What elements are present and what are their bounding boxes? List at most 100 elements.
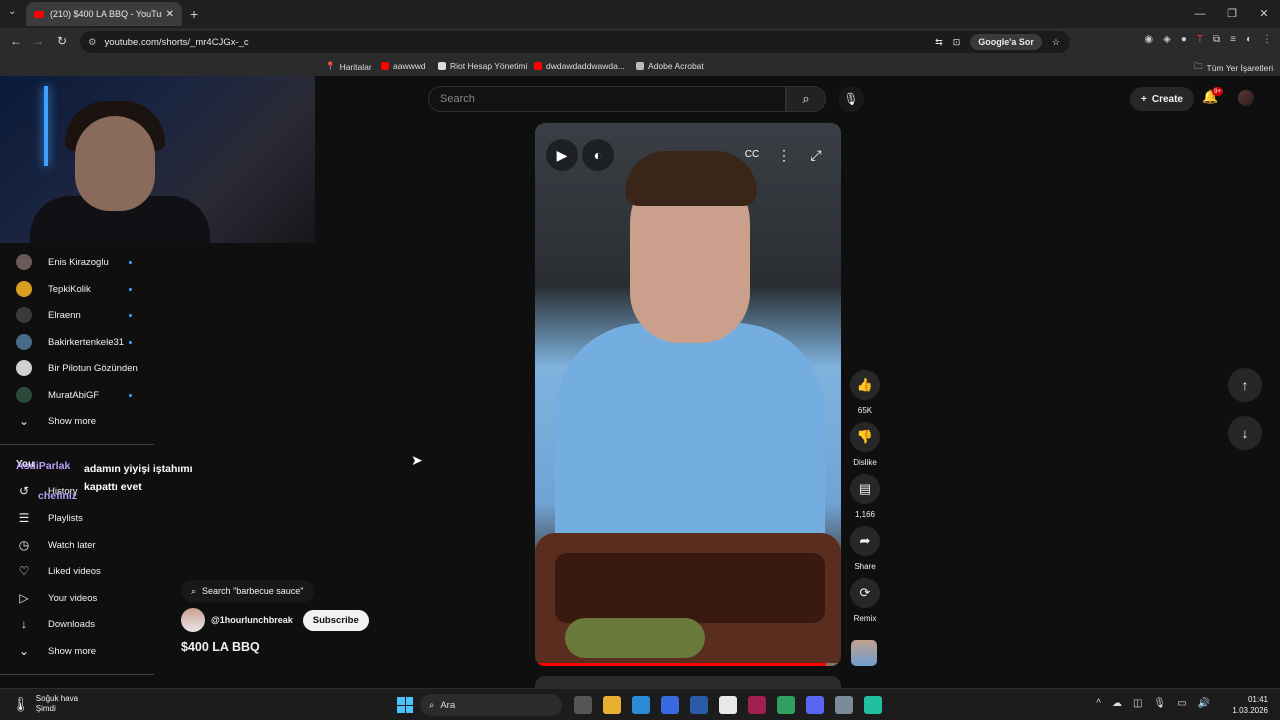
back-icon[interactable]: ← (10, 34, 22, 48)
clock-icon: ◷ (18, 538, 30, 552)
volume-icon[interactable]: ◐ (582, 139, 614, 171)
clock[interactable]: 01:41 1.03.2026 (1232, 694, 1268, 716)
live-dot (129, 288, 132, 291)
extension-icon[interactable]: T (1197, 34, 1203, 45)
minimize-icon[interactable]: — (1184, 0, 1216, 28)
app-icon[interactable] (835, 696, 853, 714)
search-input[interactable]: Search (428, 86, 786, 112)
network-icon[interactable]: ◫ (1133, 698, 1142, 709)
extension-icon[interactable]: ◈ (1163, 34, 1171, 45)
previous-short-button[interactable]: ↑ (1228, 368, 1262, 402)
extension-icon[interactable]: ◉ (1144, 34, 1153, 45)
next-short-button[interactable]: ↓ (1228, 416, 1262, 450)
file-explorer-icon[interactable] (603, 696, 621, 714)
shorts-player[interactable]: ▶ ◐ CC ⋮ ⤢ (535, 123, 841, 666)
install-icon[interactable]: ⊡ (953, 37, 961, 48)
avatar[interactable] (181, 608, 205, 632)
dislike-button[interactable]: 👎 Dislike (848, 422, 882, 467)
show-more-you[interactable]: ⌄ Show more (16, 644, 96, 658)
bookmark-item[interactable]: Riot Hesap Yönetimi (438, 61, 527, 71)
sidebar-item-downloads[interactable]: ↓ Downloads (16, 617, 95, 631)
chrome-icon[interactable] (719, 696, 737, 714)
display-icon[interactable]: ▭ (1177, 698, 1186, 709)
speaker-icon[interactable]: 🔊 (1198, 698, 1210, 709)
subscription-item[interactable]: Bakirkertenkele31 (16, 334, 132, 350)
bookmark-item[interactable]: 📍 Haritalar (325, 61, 372, 72)
video-vegetables (565, 618, 705, 658)
bookmark-item[interactable]: dwdawdaddwawda... (534, 61, 625, 71)
outlook-icon[interactable] (690, 696, 708, 714)
youtube-icon (381, 62, 389, 70)
microphone-icon[interactable]: 🎙 (1153, 698, 1166, 709)
google-ask-button[interactable]: Google'a Sor (970, 34, 1042, 50)
taskbar-search[interactable]: ⌕ Ara (420, 694, 562, 716)
subscription-item[interactable]: Elraenn (16, 307, 132, 323)
share-button[interactable]: ➦ Share (848, 526, 882, 571)
browser-toolbar: ← → ↻ ⚙ youtube.com/shorts/_mr4CJGx-_c ⇆… (0, 28, 1280, 56)
sidebar-item-playlists[interactable]: ☰ Playlists (16, 511, 83, 525)
close-tab-icon[interactable]: ✕ (166, 9, 174, 20)
channel-thumbnail[interactable] (851, 640, 877, 666)
play-icon[interactable]: ▶ (546, 139, 578, 171)
all-bookmarks[interactable]: 🗀 Tüm Yer İşaretleri (1194, 61, 1273, 75)
bookmark-item[interactable]: aawwwd (381, 61, 426, 71)
video-hair (625, 151, 757, 206)
discord-icon[interactable] (806, 696, 824, 714)
show-more-subscriptions[interactable]: ⌄ Show more (16, 414, 96, 428)
like-button[interactable]: 👍 65K (848, 370, 882, 415)
captions-icon[interactable]: CC (741, 144, 763, 166)
start-button[interactable] (397, 697, 413, 713)
sidebar-item-watch-later[interactable]: ◷ Watch later (16, 538, 96, 552)
forward-icon[interactable]: → (32, 34, 44, 48)
reload-icon[interactable]: ↻ (57, 34, 67, 48)
close-window-icon[interactable]: ✕ (1248, 0, 1280, 28)
sidebar-item-liked-videos[interactable]: ♡ Liked videos (16, 564, 101, 578)
app-icon[interactable] (777, 696, 795, 714)
active-tab[interactable]: (210) $400 LA BBQ - YouTube ✕ (26, 2, 182, 26)
tab-list-icon[interactable]: ⌄ (8, 6, 16, 17)
browser-tab-strip: ⌄ (210) $400 LA BBQ - YouTube ✕ + — ❐ ✕ (0, 0, 1280, 28)
voice-search-button[interactable]: 🎙 (838, 86, 864, 112)
app-icon[interactable] (748, 696, 766, 714)
extension-icon[interactable]: ● (1181, 34, 1187, 45)
weather-widget[interactable]: 🌡 Soğuk hava Şimdi (12, 694, 78, 714)
edge-icon[interactable] (632, 696, 650, 714)
bookmark-item[interactable]: Adobe Acrobat (636, 61, 704, 71)
subscription-item[interactable]: TepkiKolik (16, 281, 132, 297)
app-icon[interactable] (864, 696, 882, 714)
menu-icon[interactable]: ⋮ (1262, 34, 1272, 45)
puzzle-icon[interactable]: ⧉ (1213, 34, 1220, 45)
video-title[interactable]: $400 LA BBQ (181, 640, 260, 654)
divider (0, 444, 154, 445)
subscription-item[interactable]: Bir Pilotun Gözünden (16, 360, 138, 376)
next-short-preview[interactable] (535, 676, 841, 688)
comments-button[interactable]: ▤ 1,166 (848, 474, 882, 519)
channel-info: @1hourlunchbreak Subscribe (181, 608, 369, 632)
subscribe-button[interactable]: Subscribe (302, 609, 369, 631)
search-suggestion[interactable]: ⌕ Search "barbecue sauce" (181, 580, 314, 602)
translate-icon[interactable]: ⇆ (935, 37, 943, 48)
profile-icon[interactable]: ◐ (1246, 34, 1252, 45)
sidebar-item-your-videos[interactable]: ▷ Your videos (16, 591, 97, 605)
search-button[interactable]: ⌕ (786, 86, 826, 112)
progress-bar[interactable] (535, 663, 841, 666)
create-button[interactable]: + Create (1130, 87, 1194, 111)
subscription-item[interactable]: Enis Kirazoglu (16, 254, 132, 270)
more-options-icon[interactable]: ⋮ (773, 144, 795, 166)
new-tab-icon[interactable]: + (190, 6, 198, 22)
play-box-icon: ▷ (19, 591, 29, 605)
remix-button[interactable]: ⟳ Remix (848, 578, 882, 623)
subscription-item[interactable]: MuratAbiGF (16, 387, 132, 403)
chevron-up-icon[interactable]: ^ (1096, 698, 1101, 709)
store-icon[interactable] (661, 696, 679, 714)
task-view-icon[interactable] (574, 696, 592, 714)
media-control-icon[interactable]: ≡ (1230, 34, 1236, 45)
channel-name[interactable]: @1hourlunchbreak (211, 615, 293, 625)
bookmark-star-icon[interactable]: ☆ (1052, 37, 1060, 48)
fullscreen-icon[interactable]: ⤢ (805, 144, 827, 166)
avatar[interactable] (1238, 90, 1254, 106)
restore-icon[interactable]: ❐ (1216, 0, 1248, 28)
tray-icon[interactable]: ☁ (1112, 698, 1122, 709)
address-bar[interactable]: ⚙ youtube.com/shorts/_mr4CJGx-_c ⇆ ⊡ Goo… (80, 31, 1070, 53)
site-info-icon[interactable]: ⚙ (88, 37, 97, 48)
